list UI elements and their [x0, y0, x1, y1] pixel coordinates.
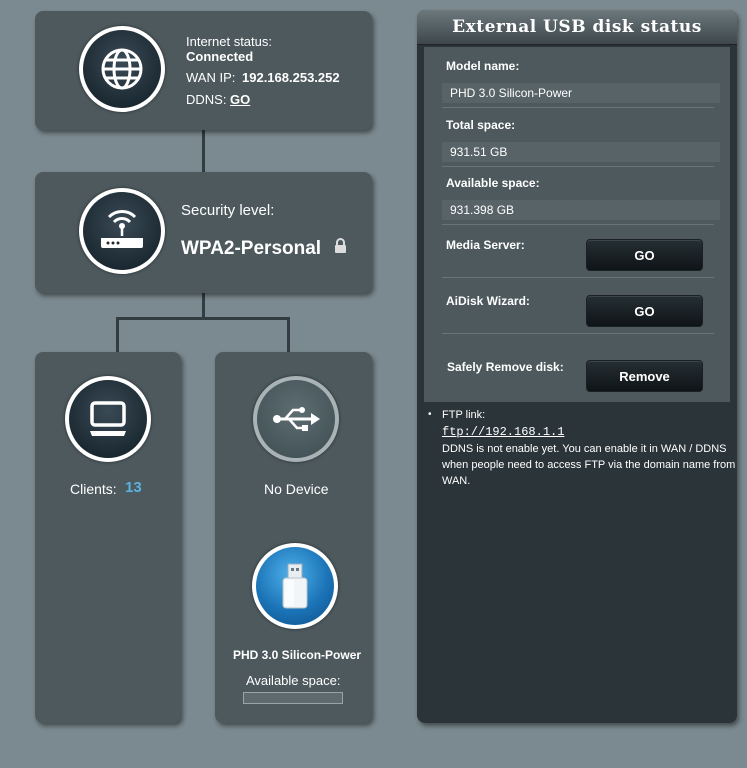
- panel-title: External USB disk status: [417, 10, 737, 45]
- connector-line: [287, 317, 290, 352]
- total-space-value: 931.51 GB: [442, 142, 720, 162]
- connector-line: [116, 317, 290, 320]
- media-server-label: Media Server:: [446, 238, 525, 252]
- monitor-icon: [90, 401, 126, 436]
- security-level-value: WPA2-Personal: [181, 238, 322, 259]
- usb-available-bar: [243, 692, 343, 704]
- ftp-link-label: FTP link:: [442, 409, 486, 421]
- aidisk-wizard-label: AiDisk Wizard:: [446, 294, 530, 308]
- clients-button[interactable]: [65, 376, 151, 462]
- internet-globe-button[interactable]: [79, 26, 165, 112]
- separator: [442, 277, 714, 278]
- wan-ip-label: WAN IP:: [186, 70, 236, 85]
- usb-disk-button[interactable]: [252, 543, 338, 629]
- aidisk-wizard-go-button[interactable]: GO: [586, 295, 703, 327]
- usb-disk-name: PHD 3.0 Silicon-Power: [233, 648, 362, 662]
- clients-card[interactable]: Clients: 13: [35, 352, 181, 723]
- connector-line: [202, 293, 205, 318]
- separator: [442, 166, 714, 167]
- ftp-link[interactable]: ftp://192.168.1.1: [442, 424, 564, 440]
- model-name-value: PHD 3.0 Silicon-Power: [442, 83, 720, 103]
- usb-button[interactable]: [253, 376, 339, 462]
- connector-line: [116, 317, 119, 352]
- ddns-go-link[interactable]: GO: [230, 92, 250, 107]
- model-name-label: Model name:: [446, 59, 520, 73]
- internet-status-card[interactable]: Internet status: Connected WAN IP: 192.1…: [35, 11, 372, 130]
- safely-remove-label: Safely Remove disk:: [447, 360, 564, 374]
- ddns-note: DDNS is not enable yet. You can enable i…: [442, 443, 736, 487]
- separator: [442, 224, 714, 225]
- bullet-icon: •: [428, 409, 432, 420]
- security-card[interactable]: Security level: WPA2-Personal: [35, 172, 372, 293]
- usb-status: No Device: [264, 481, 329, 497]
- router-button[interactable]: [79, 188, 165, 274]
- clients-label: Clients:: [70, 481, 117, 497]
- internet-status-label: Internet status:: [186, 34, 272, 49]
- available-space-value: 931.398 GB: [442, 200, 720, 220]
- internet-status-value: Connected: [186, 49, 254, 64]
- separator: [442, 107, 714, 108]
- router-icon: [101, 210, 143, 248]
- connector-line: [202, 130, 205, 172]
- security-level-label: Security level:: [181, 202, 275, 219]
- remove-disk-button[interactable]: Remove: [586, 360, 703, 392]
- media-server-go-button[interactable]: GO: [586, 239, 703, 271]
- total-space-label: Total space:: [446, 118, 516, 132]
- separator: [442, 333, 714, 334]
- available-space-label: Available space:: [446, 176, 540, 190]
- usb-icon: [273, 407, 320, 431]
- usb-drive-icon: [282, 563, 308, 609]
- wan-ip-value: 192.168.253.252: [242, 70, 340, 85]
- usb-card[interactable]: No Device PHD 3.0 Silicon-Power Availabl…: [215, 352, 372, 723]
- clients-count[interactable]: 13: [125, 479, 142, 496]
- lock-icon: [335, 238, 346, 253]
- ddns-label: DDNS:: [186, 92, 227, 107]
- globe-icon: [101, 48, 143, 90]
- usb-available-label: Available space:: [246, 673, 341, 688]
